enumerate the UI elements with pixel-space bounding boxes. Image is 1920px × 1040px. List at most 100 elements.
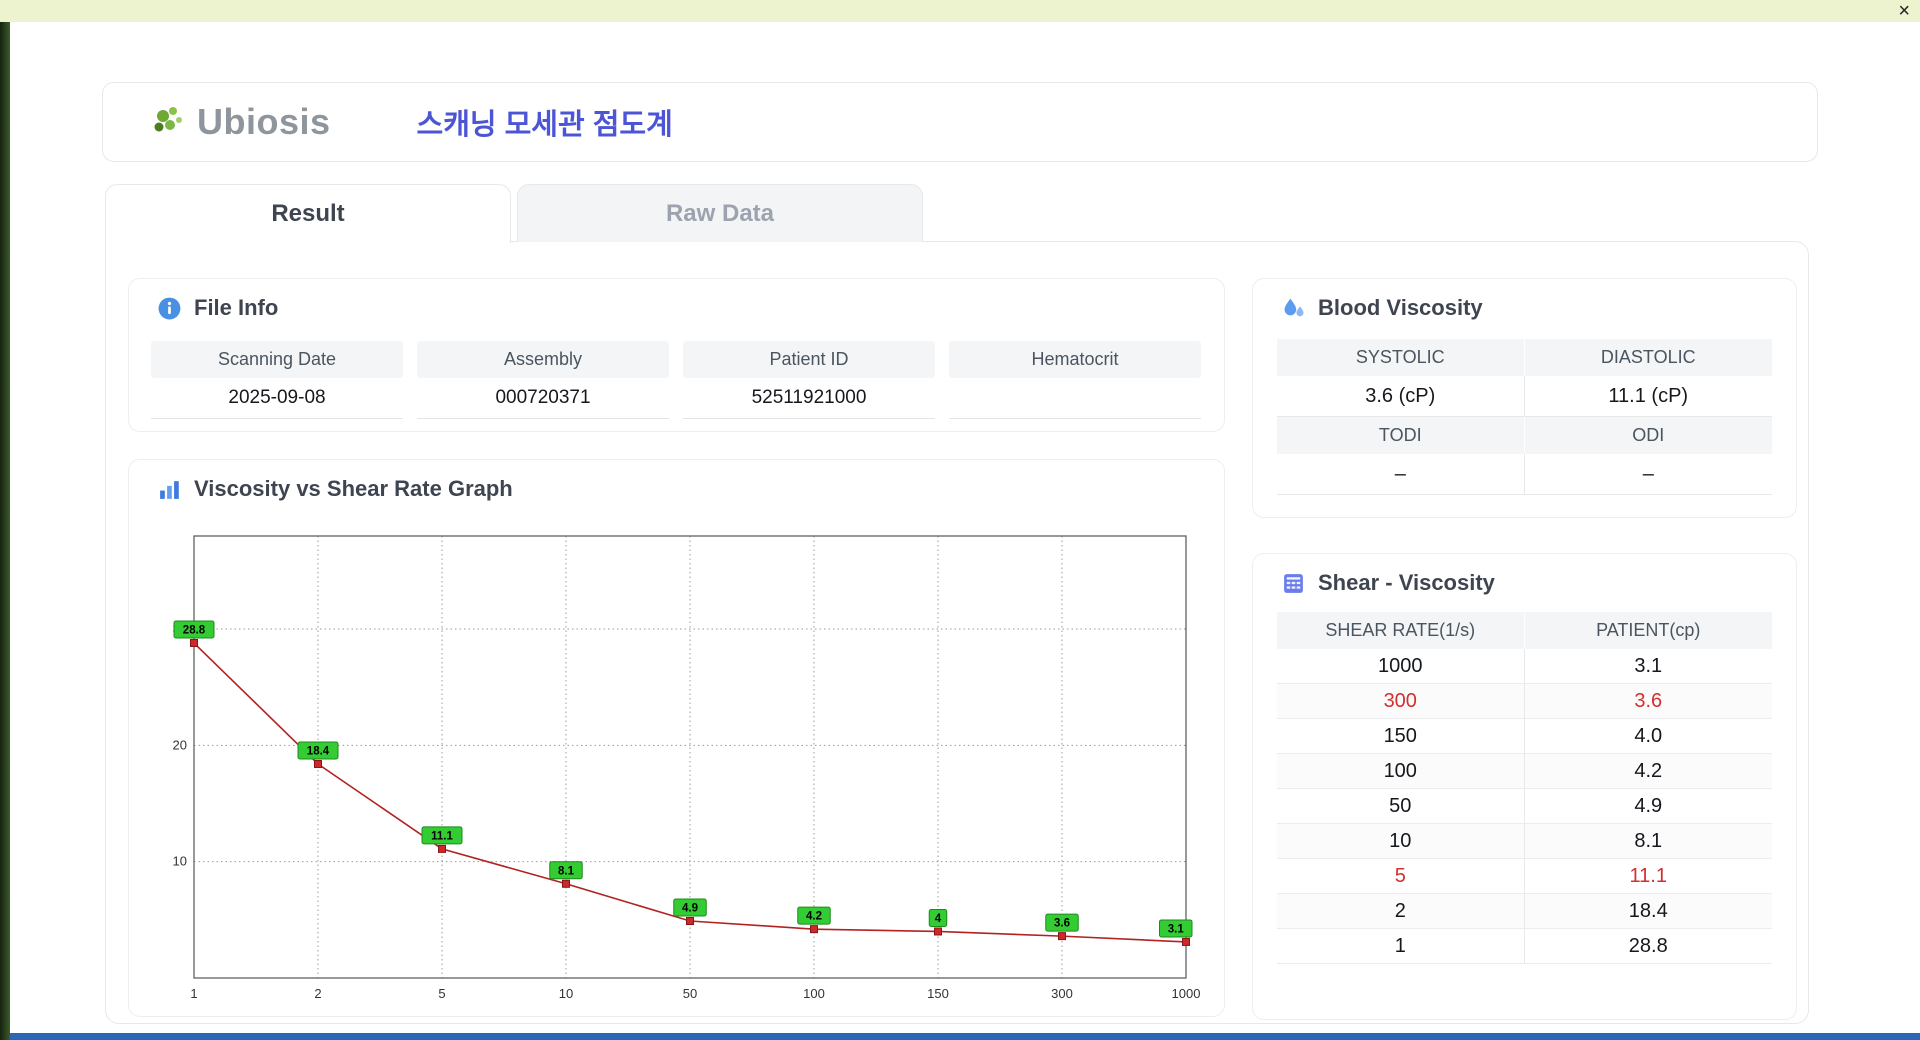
sv-value-cell: 4.0 (1524, 719, 1772, 754)
svg-text:10: 10 (173, 854, 187, 869)
svg-text:300: 300 (1051, 986, 1073, 1001)
table-icon (1284, 573, 1303, 593)
data-point-label: 4.9 (682, 903, 698, 915)
sv-rate-cell: 100 (1277, 754, 1525, 789)
sv-value-cell: 28.8 (1524, 929, 1772, 964)
table-row: 1 28.8 (1277, 929, 1772, 964)
bv-header-cell: ODI (1524, 417, 1772, 454)
bv-value-cell: – (1277, 454, 1525, 495)
window-bottom-strip (10, 1033, 1920, 1040)
sv-value-cell: 18.4 (1524, 894, 1772, 929)
svg-text:1000: 1000 (1172, 986, 1201, 1001)
svg-text:150: 150 (927, 986, 949, 1001)
bv-header-cell: SYSTOLIC (1277, 339, 1525, 376)
svg-text:50: 50 (683, 986, 697, 1001)
field-label: Assembly (417, 341, 669, 378)
graph-card: Viscosity vs Shear Rate Graph 1020301251… (128, 459, 1225, 1017)
svg-text:1: 1 (190, 986, 197, 1001)
field-value: 52511921000 (683, 378, 935, 419)
table-row: 50 4.9 (1277, 789, 1772, 824)
data-point-marker (810, 925, 818, 934)
table-row: 5 11.1 (1277, 859, 1772, 894)
data-point-marker (1182, 937, 1190, 946)
sv-rate-cell: 5 (1277, 859, 1525, 894)
data-point-marker (314, 759, 322, 768)
table-row: 2 18.4 (1277, 894, 1772, 929)
logo: Ubiosis (151, 101, 331, 143)
data-point-label: 4 (935, 913, 942, 925)
data-point-marker (686, 917, 694, 926)
data-point-marker (438, 844, 446, 853)
app-window: Ubiosis 스캐닝 모세관 점도계 Result Raw Data File … (10, 22, 1920, 1033)
data-point-label: 8.1 (558, 865, 575, 877)
sv-rate-cell: 2 (1277, 894, 1525, 929)
ubiosis-logo-icon (154, 107, 182, 132)
bar-chart-icon (160, 480, 179, 499)
sv-value-cell: 3.6 (1524, 684, 1772, 719)
sv-rate-cell: 1000 (1277, 649, 1525, 684)
window-left-strip (0, 0, 10, 1040)
bv-header-cell: TODI (1277, 417, 1525, 454)
blood-viscosity-table: SYSTOLIC DIASTOLIC 3.6 (cP) 11.1 (cP) TODI OD… (1277, 339, 1772, 495)
file-info-field: Patient ID 52511921000 (683, 341, 935, 419)
field-value: 000720371 (417, 378, 669, 419)
bv-header-row: SYSTOLIC DIASTOLIC (1277, 339, 1772, 376)
close-window-button[interactable]: × (1898, 0, 1910, 22)
graph-title: Viscosity vs Shear Rate Graph (194, 476, 513, 501)
field-value: 2025-09-08 (151, 378, 403, 419)
sv-header-cell: PATIENT(cp) (1524, 612, 1772, 649)
data-point-marker (190, 639, 198, 648)
data-point-marker (934, 927, 942, 936)
svg-text:5: 5 (438, 986, 445, 1001)
window-top-strip (0, 0, 1920, 22)
sv-header-row: SHEAR RATE(1/s) PATIENT(cp) (1277, 612, 1772, 649)
sv-rate-cell: 300 (1277, 684, 1525, 719)
file-info-field: Hematocrit (949, 341, 1201, 419)
sv-value-cell: 4.2 (1524, 754, 1772, 789)
data-point-label: 11.1 (431, 830, 453, 842)
blood-viscosity-card: Blood Viscosity SYSTOLIC DIASTOLIC 3.6 (cP… (1252, 278, 1797, 518)
table-row: 150 4.0 (1277, 719, 1772, 754)
logo-text: Ubiosis (197, 101, 331, 142)
file-info-field: Assembly 000720371 (417, 341, 669, 419)
file-info-title-row: File Info (129, 279, 1224, 321)
svg-text:20: 20 (173, 737, 187, 752)
viscosity-chart: 1020301251050100150300100028.818.411.18.… (173, 535, 1201, 1001)
sv-rate-cell: 50 (1277, 789, 1525, 824)
file-info-title: File Info (194, 295, 279, 320)
shear-viscosity-table: SHEAR RATE(1/s) PATIENT(cp) 1000 3.1 300 3.6 1… (1277, 612, 1772, 964)
page-title: 스캐닝 모세관 점도계 (416, 109, 673, 141)
shear-viscosity-title: Shear - Viscosity (1318, 570, 1495, 595)
field-label: Scanning Date (151, 341, 403, 378)
bv-header-cell: DIASTOLIC (1524, 339, 1772, 376)
table-row: 300 3.6 (1277, 684, 1772, 719)
svg-text:10: 10 (559, 986, 573, 1001)
viscosity-chart-area: 1020301251050100150300100028.818.411.18.… (146, 522, 1216, 1012)
field-label: Hematocrit (949, 341, 1201, 378)
sv-value-cell: 3.1 (1524, 649, 1772, 684)
svg-text:100: 100 (803, 986, 825, 1001)
sv-rate-cell: 10 (1277, 824, 1525, 859)
file-info-fields: Scanning Date 2025-09-08 Assembly 000720371… (151, 341, 1202, 419)
data-point-label: 3.6 (1054, 918, 1070, 930)
data-point-label: 4.2 (806, 911, 822, 923)
file-info-field: Scanning Date 2025-09-08 (151, 341, 403, 419)
graph-title-row: Viscosity vs Shear Rate Graph (129, 460, 1224, 502)
sv-value-cell: 11.1 (1524, 859, 1772, 894)
tab-raw-data[interactable]: Raw Data (517, 184, 923, 242)
info-icon (158, 297, 181, 319)
sv-value-cell: 4.9 (1524, 789, 1772, 824)
table-row: 10 8.1 (1277, 824, 1772, 859)
data-point-label: 28.8 (183, 625, 206, 637)
sv-rate-cell: 150 (1277, 719, 1525, 754)
droplet-icon (1284, 298, 1304, 316)
sv-header-cell: SHEAR RATE(1/s) (1277, 612, 1525, 649)
bv-value-cell: 11.1 (cP) (1524, 376, 1772, 417)
field-value (949, 378, 1201, 419)
sv-rate-cell: 1 (1277, 929, 1525, 964)
file-info-card: File Info Scanning Date 2025-09-08 Assembl… (128, 278, 1225, 432)
bv-header-row: TODI ODI (1277, 417, 1772, 454)
bv-value-row: 3.6 (cP) 11.1 (cP) (1277, 376, 1772, 417)
tab-result[interactable]: Result (105, 184, 511, 243)
content-panel: File Info Scanning Date 2025-09-08 Assembl… (105, 241, 1809, 1024)
